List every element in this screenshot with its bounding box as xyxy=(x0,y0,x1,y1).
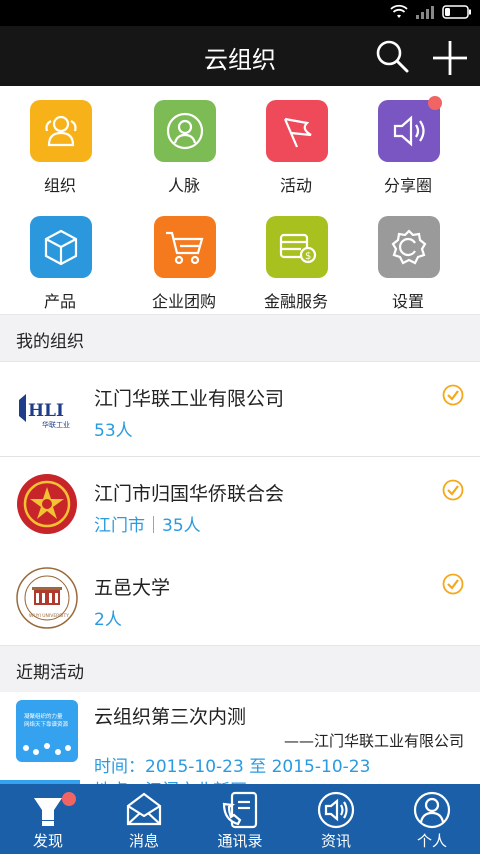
emblem-logo xyxy=(17,474,77,534)
tab-profile[interactable]: 个人 xyxy=(384,784,480,854)
activity-item[interactable]: 凝聚组织的力量 网络天下靠谱资源 云组织第三次内测 ——江门华联工业有限公司 时… xyxy=(0,692,480,784)
activity-time: 时间：2015-10-23 至 2015-10-23 xyxy=(94,757,371,777)
feature-icon-bg: $ xyxy=(266,216,328,278)
feature-contacts[interactable]: 人脉 xyxy=(124,86,244,196)
tab-news[interactable]: 资讯 xyxy=(288,784,384,854)
feature-label: 产品 xyxy=(43,292,76,311)
org-meta: 江门市｜35人 xyxy=(94,516,201,536)
check-icon[interactable] xyxy=(442,479,464,501)
feature-settings[interactable]: 设置 xyxy=(348,202,468,312)
org-list-item[interactable]: HLI 华联工业 江门华联工业有限公司 53人 xyxy=(0,362,480,457)
tab-label: 个人 xyxy=(416,832,447,850)
feature-icon-bg xyxy=(30,216,92,278)
feature-label: 金融服务 xyxy=(263,292,328,311)
person-icon xyxy=(413,791,451,829)
org-list-item[interactable]: 江门市归国华侨联合会 江门市｜35人 xyxy=(0,457,480,552)
feature-icon-bg xyxy=(266,100,328,162)
section-header-my-orgs: 我的组织 xyxy=(0,314,480,362)
svg-text:网络天下靠谱资源: 网络天下靠谱资源 xyxy=(24,720,69,728)
svg-text:凝聚组织的力量: 凝聚组织的力量 xyxy=(24,712,63,720)
feature-icon-bg xyxy=(30,100,92,162)
app-bar: 云组织 xyxy=(0,26,480,86)
feature-label: 设置 xyxy=(391,292,424,311)
feature-activities[interactable]: 活动 xyxy=(236,86,356,196)
settings-icon xyxy=(391,229,427,265)
tab-discover[interactable]: 发现 xyxy=(0,784,96,854)
flag-icon xyxy=(283,117,312,148)
cart-icon xyxy=(166,231,204,265)
feature-label: 企业团购 xyxy=(151,292,216,311)
feature-label: 活动 xyxy=(279,176,312,195)
contact-icon xyxy=(166,112,204,150)
feature-grid: 组织 人脉 活动 分享圈 产品 企业团购 $ 金融服务 设置 xyxy=(0,86,480,314)
speaker-icon xyxy=(393,115,425,147)
activity-organizer: ——江门华联工业有限公司 xyxy=(283,732,464,750)
feature-organization[interactable]: 组织 xyxy=(0,86,120,196)
feature-icon-bg xyxy=(378,216,440,278)
university-seal: WUYI UNIVERSITY xyxy=(16,567,78,629)
tab-messages[interactable]: 消息 xyxy=(96,784,192,854)
org-meta: 2人 xyxy=(94,610,122,630)
svg-text:WUYI UNIVERSITY: WUYI UNIVERSITY xyxy=(29,613,69,619)
tab-label: 资讯 xyxy=(320,832,351,850)
org-meta: 53人 xyxy=(94,421,133,441)
battery-icon xyxy=(442,5,471,19)
phonebook-icon xyxy=(222,791,258,829)
feature-finance[interactable]: $ 金融服务 xyxy=(236,202,356,312)
notification-badge xyxy=(428,96,442,110)
add-icon[interactable] xyxy=(430,38,470,78)
svg-text:HLI: HLI xyxy=(28,401,64,421)
finance-icon: $ xyxy=(279,233,317,264)
svg-text:华联工业: 华联工业 xyxy=(42,420,70,429)
section-title: 近期活动 xyxy=(16,663,84,683)
feature-share-circle[interactable]: 分享圈 xyxy=(348,86,468,196)
status-bar xyxy=(0,0,480,26)
activity-location: 地点：江门市北新区 xyxy=(94,776,247,784)
activity-title: 云组织第三次内测 xyxy=(94,706,247,728)
feature-icon-bg xyxy=(378,100,440,162)
tab-phonebook[interactable]: 通讯录 xyxy=(192,784,288,854)
message-icon xyxy=(126,792,162,826)
tab-label: 发现 xyxy=(32,832,63,850)
activity-thumb-art: 凝聚组织的力量 网络天下靠谱资源 xyxy=(23,712,71,755)
box-icon xyxy=(44,229,78,266)
bottom-tab-bar: 发现 消息 通讯录 资讯 个人 xyxy=(0,784,480,854)
feature-label: 组织 xyxy=(43,176,76,195)
section-title: 我的组织 xyxy=(16,332,84,352)
feature-products[interactable]: 产品 xyxy=(0,202,120,312)
feature-label: 人脉 xyxy=(167,176,200,195)
tab-label: 消息 xyxy=(128,832,159,850)
people-icon xyxy=(45,115,77,147)
status-icons xyxy=(390,4,472,20)
tab-label: 通讯录 xyxy=(217,832,263,850)
feature-label: 分享圈 xyxy=(383,176,432,195)
org-name: 江门市归国华侨联合会 xyxy=(94,483,285,505)
org-name: 五邑大学 xyxy=(94,577,171,599)
news-icon xyxy=(317,791,355,829)
org-name: 江门华联工业有限公司 xyxy=(94,388,285,410)
search-icon[interactable] xyxy=(374,38,412,76)
section-header-recent: 近期活动 xyxy=(0,645,480,693)
activity-thumbnail: 凝聚组织的力量 网络天下靠谱资源 xyxy=(16,700,78,762)
org-list-item[interactable]: WUYI UNIVERSITY 五邑大学 2人 xyxy=(0,551,480,646)
hli-logo: HLI 华联工业 xyxy=(16,378,78,440)
wifi-icon xyxy=(390,4,408,18)
svg-text:$: $ xyxy=(305,251,311,262)
feature-icon-bg xyxy=(154,216,216,278)
feature-group-buy[interactable]: 企业团购 xyxy=(124,202,244,312)
check-icon[interactable] xyxy=(442,573,464,595)
notification-badge xyxy=(62,792,76,806)
signal-icon xyxy=(416,6,434,19)
feature-icon-bg xyxy=(154,100,216,162)
check-icon[interactable] xyxy=(442,384,464,406)
